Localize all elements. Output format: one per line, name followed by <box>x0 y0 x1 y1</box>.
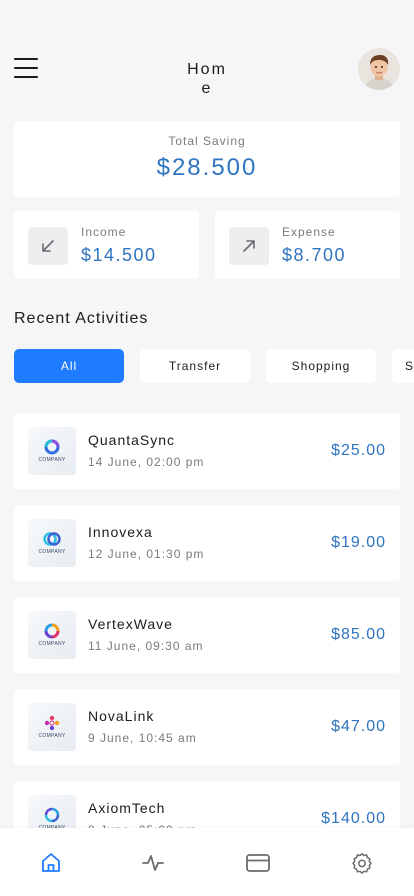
card-icon[interactable] <box>245 850 271 876</box>
activity-amount: $140.00 <box>321 810 386 827</box>
activity-date: 11 June, 09:30 am <box>88 639 204 653</box>
total-saving-card: Total Saving $28.500 <box>14 121 400 197</box>
activity-item[interactable]: COMPANY NovaLink 9 June, 10:45 am $47.00 <box>14 689 400 765</box>
logo-text: COMPANY <box>38 457 66 463</box>
menu-icon[interactable] <box>14 58 38 78</box>
logo-text: COMPANY <box>38 641 66 647</box>
activity-name: Innovexa <box>88 524 153 540</box>
activity-item[interactable]: COMPANY Innovexa 12 June, 01:30 pm $19.0… <box>14 505 400 581</box>
home-icon[interactable] <box>38 850 64 876</box>
activity-amount: $85.00 <box>331 626 386 643</box>
company-logo: COMPANY <box>28 611 76 659</box>
company-logo: COMPANY <box>28 519 76 567</box>
activity-name: AxiomTech <box>88 800 166 816</box>
total-saving-value: $28.500 <box>156 154 258 181</box>
income-value: $14.500 <box>81 245 157 265</box>
activity-name: QuantaSync <box>88 432 176 448</box>
activity-name: VertexWave <box>88 616 173 632</box>
avatar[interactable] <box>358 48 400 90</box>
settings-icon[interactable] <box>349 850 375 876</box>
logo-text: COMPANY <box>38 549 66 555</box>
expense-card[interactable]: Expense $8.700 <box>215 211 400 279</box>
filter-all[interactable]: All <box>14 349 124 383</box>
filter-transfer[interactable]: Transfer <box>140 349 250 383</box>
arrow-down-left-icon <box>28 227 68 265</box>
page-title: Home <box>187 61 227 97</box>
activity-amount: $19.00 <box>331 534 386 551</box>
activity-icon[interactable] <box>140 850 166 876</box>
filter-more[interactable]: S <box>392 349 414 383</box>
arrow-up-right-icon <box>229 227 269 265</box>
filter-chips: All Transfer Shopping S <box>14 349 414 383</box>
expense-value: $8.700 <box>282 245 347 265</box>
expense-label: Expense <box>282 225 336 239</box>
company-logo: COMPANY <box>28 703 76 751</box>
activity-amount: $47.00 <box>331 718 386 735</box>
company-logo: COMPANY <box>28 427 76 475</box>
activity-date: 9 June, 10:45 am <box>88 731 197 745</box>
activity-item[interactable]: COMPANY QuantaSync 14 June, 02:00 pm $25… <box>14 413 400 489</box>
activity-name: NovaLink <box>88 708 155 724</box>
header: Home <box>0 48 414 98</box>
recent-activities-title: Recent Activities <box>14 310 149 327</box>
activity-item[interactable]: COMPANY VertexWave 11 June, 09:30 am $85… <box>14 597 400 673</box>
income-label: Income <box>81 225 127 239</box>
total-saving-label: Total Saving <box>168 134 246 148</box>
bottom-tab-bar <box>0 828 414 896</box>
activity-date: 14 June, 02:00 pm <box>88 455 205 469</box>
filter-shopping[interactable]: Shopping <box>266 349 376 383</box>
activity-date: 12 June, 01:30 pm <box>88 547 205 561</box>
logo-text: COMPANY <box>38 733 66 739</box>
activity-amount: $25.00 <box>331 442 386 459</box>
income-card[interactable]: Income $14.500 <box>14 211 199 279</box>
